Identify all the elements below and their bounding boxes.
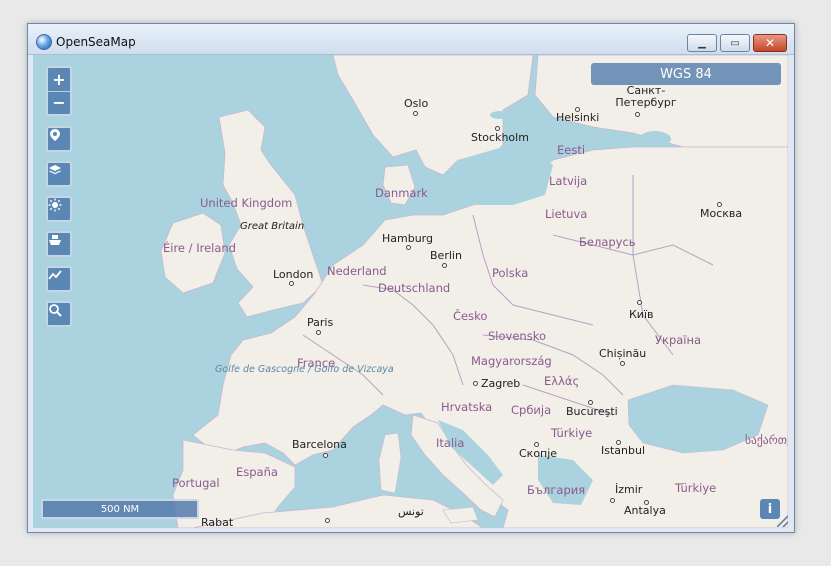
- city-label: Istanbul: [601, 444, 646, 457]
- city-marker: [406, 245, 411, 250]
- city-label: Москва: [700, 207, 743, 220]
- country-label: Česko: [453, 309, 488, 323]
- search-button[interactable]: [46, 301, 72, 327]
- city-label: Київ: [629, 308, 654, 321]
- country-label: Magyarország: [471, 354, 552, 368]
- country-label: Danmark: [375, 186, 428, 200]
- city-label: London: [273, 268, 314, 281]
- city-marker: [620, 361, 625, 366]
- city-label: Helsinki: [556, 111, 600, 124]
- city-marker: [616, 440, 621, 445]
- city-marker: [316, 330, 321, 335]
- country-label: Portugal: [172, 476, 220, 490]
- country-label: Türkiye: [675, 481, 717, 495]
- maximize-icon: ▭: [730, 37, 740, 49]
- chart-line-icon: [48, 270, 62, 280]
- crs-indicator[interactable]: WGS 84: [591, 63, 781, 85]
- boat-icon: [49, 235, 61, 245]
- city-marker: [534, 442, 539, 447]
- track-button[interactable]: [46, 266, 72, 292]
- city-label: Скопје: [519, 447, 558, 460]
- city-label: Санкт-Петербург: [615, 84, 677, 109]
- city-marker: [717, 202, 722, 207]
- country-label: Србија: [511, 403, 552, 417]
- title-bar: OpenSeaMap ▁ ▭ ✕: [28, 24, 794, 55]
- map-pin-icon: [50, 129, 60, 141]
- country-label: Hrvatska: [441, 400, 493, 414]
- city-marker: [588, 400, 593, 405]
- city-label: Antalya: [624, 504, 666, 517]
- country-label: Eesti: [557, 143, 586, 157]
- zoom-out-button[interactable]: −: [48, 91, 70, 114]
- close-button[interactable]: ✕: [753, 34, 787, 52]
- layers-icon: [49, 165, 61, 175]
- zoom-control: + −: [46, 66, 72, 116]
- country-label: Italia: [436, 436, 465, 450]
- country-label: Éire / Ireland: [163, 241, 236, 255]
- city-label: Berlin: [430, 249, 462, 262]
- marker-tool-button[interactable]: [46, 126, 72, 152]
- country-label: Lietuva: [545, 207, 588, 221]
- minimize-icon: ▁: [698, 37, 706, 49]
- city-label: Bucureşti: [566, 405, 618, 418]
- city-marker: [289, 281, 294, 286]
- city-marker: [323, 453, 328, 458]
- sun-icon: [48, 198, 62, 212]
- city-label: Barcelona: [292, 438, 347, 451]
- city-label: Stockholm: [471, 131, 529, 144]
- resize-grip-icon[interactable]: [777, 515, 788, 527]
- country-label: Türkiye: [551, 426, 593, 440]
- app-window: OpenSeaMap ▁ ▭ ✕ Oslo Stockholm Helsinki…: [27, 23, 795, 533]
- map-canvas[interactable]: Oslo Stockholm Helsinki Санкт-Петербург …: [33, 55, 788, 528]
- city-label: Rabat: [201, 516, 234, 528]
- city-label: Oslo: [404, 97, 429, 110]
- city-marker: [637, 300, 642, 305]
- country-label: България: [527, 483, 586, 497]
- country-label: Latvija: [549, 174, 588, 188]
- country-label: საქართველ: [745, 433, 788, 447]
- country-label: Ελλάς: [544, 374, 580, 388]
- city-marker: [442, 263, 447, 268]
- minimize-button[interactable]: ▁: [687, 34, 717, 52]
- maximize-button[interactable]: ▭: [720, 34, 750, 52]
- layers-button[interactable]: [46, 161, 72, 187]
- sea-label: Golfe de Gascogne / Golfo de Vizcaya: [215, 364, 394, 375]
- weather-button[interactable]: [46, 196, 72, 222]
- city-marker: [635, 112, 640, 117]
- search-icon: [49, 304, 62, 317]
- boat-button[interactable]: [46, 231, 72, 257]
- city-label: تونس: [398, 505, 424, 518]
- country-label: España: [236, 465, 278, 479]
- city-marker: [610, 498, 615, 503]
- city-marker: [575, 107, 580, 112]
- zoom-in-button[interactable]: +: [48, 68, 70, 92]
- scale-bar: 500 NM: [41, 499, 199, 519]
- country-label: Беларусь: [579, 235, 636, 249]
- city-marker: [413, 111, 418, 116]
- country-label: Polska: [492, 266, 529, 280]
- country-label: Nederland: [327, 264, 387, 278]
- city-marker: [325, 518, 330, 523]
- city-marker: [495, 126, 500, 131]
- country-label: United Kingdom: [200, 196, 293, 210]
- region-label: Great Britain: [240, 221, 305, 232]
- city-label: Chișinău: [599, 347, 647, 360]
- city-label: İzmir: [615, 483, 643, 496]
- city-marker: [644, 500, 649, 505]
- city-label: Hamburg: [382, 232, 433, 245]
- city-marker: [473, 381, 478, 386]
- close-icon: ✕: [764, 36, 776, 50]
- country-label: Україна: [655, 333, 702, 347]
- country-label: Slovensko: [488, 329, 546, 343]
- country-label: Deutschland: [378, 281, 451, 295]
- city-label: Zagreb: [481, 377, 521, 390]
- window-title: OpenSeaMap: [56, 35, 136, 49]
- city-label: Paris: [307, 316, 334, 329]
- globe-icon: [36, 34, 52, 50]
